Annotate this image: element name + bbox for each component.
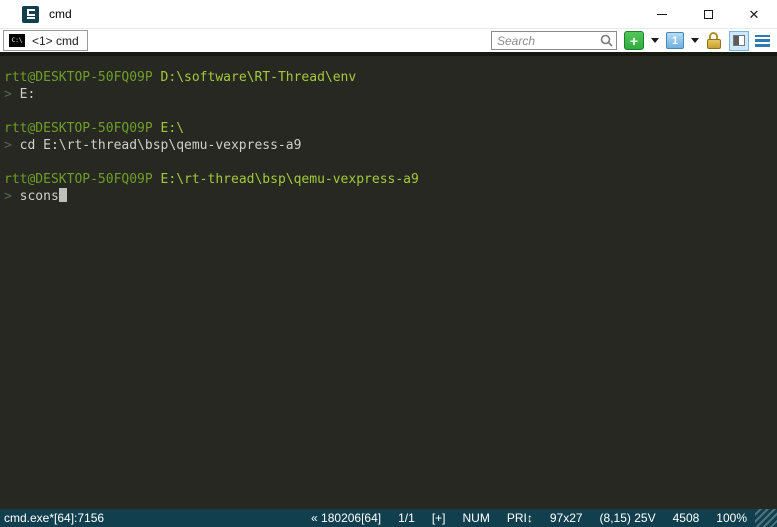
status-item: NUM [463,511,490,525]
caption-buttons: ✕ [639,0,777,28]
status-items: « 180206[64] 1/1 [+] NUM PRI↕ 97x27 (8,15) 25V… [294,511,747,525]
status-item: 97x27 [550,511,583,525]
terminal-line: > cd E:\rt-thread\bsp\qemu-vexpress-a9 [4,137,777,154]
titlebar: cmd ✕ [0,0,777,28]
status-process-label: cmd.exe*[64]:7156 [4,511,104,525]
status-item: (8,15) 25V [600,511,656,525]
terminal-line [4,154,777,171]
cmd-prompt-icon: C:\ [9,34,25,47]
status-item: 1/1 [398,511,415,525]
new-console-button[interactable]: + [624,31,644,50]
minimize-icon [657,14,667,15]
lock-icon[interactable] [706,32,722,50]
status-item: PRI↕ [507,511,533,525]
console-pane-icon [733,35,745,46]
status-bar: cmd.exe*[64]:7156 « 180206[64] 1/1 [+] NUM P… [0,509,777,527]
hamburger-menu-icon[interactable] [755,35,770,47]
terminal-line: rtt@DESKTOP-50FQ09P E:\ [4,120,777,137]
maximize-button[interactable] [685,0,731,28]
maximize-icon [704,10,713,19]
resize-grip[interactable] [755,509,777,527]
terminal[interactable]: rtt@DESKTOP-50FQ09P D:\software\RT-Threa… [0,52,777,509]
tab-bar: C:\ <1> cmd + 1 [0,28,777,52]
search-input[interactable] [492,33,600,48]
status-item: « 180206[64] [311,511,381,525]
console-list-dropdown-icon[interactable] [691,38,699,43]
console-number-icon: 1 [672,35,678,47]
toolbar: + 1 [491,29,777,53]
terminal-line [4,103,777,120]
tab-label: <1> cmd [32,34,79,48]
terminal-cursor [59,188,67,202]
new-console-dropdown-icon[interactable] [651,38,659,43]
status-item: 100% [716,511,747,525]
tab-cmd[interactable]: C:\ <1> cmd [3,30,88,51]
conemu-app-icon[interactable] [22,6,39,23]
console-pane-button[interactable] [729,31,749,51]
active-console-button[interactable]: 1 [666,32,684,49]
close-icon: ✕ [749,8,760,21]
window-title: cmd [49,7,72,21]
search-icon[interactable] [600,34,613,47]
search-box [491,31,617,50]
status-item: [+] [432,511,446,525]
terminal-line: rtt@DESKTOP-50FQ09P E:\rt-thread\bsp\qem… [4,171,777,188]
terminal-line: rtt@DESKTOP-50FQ09P D:\software\RT-Threa… [4,69,777,86]
minimize-button[interactable] [639,0,685,28]
conemu-window: cmd ✕ C:\ <1> cmd + 1 [0,0,777,527]
status-item: 4508 [673,511,700,525]
close-button[interactable]: ✕ [731,0,777,28]
terminal-line: > E: [4,86,777,103]
plus-icon: + [630,34,638,48]
terminal-line: > scons [4,188,777,205]
